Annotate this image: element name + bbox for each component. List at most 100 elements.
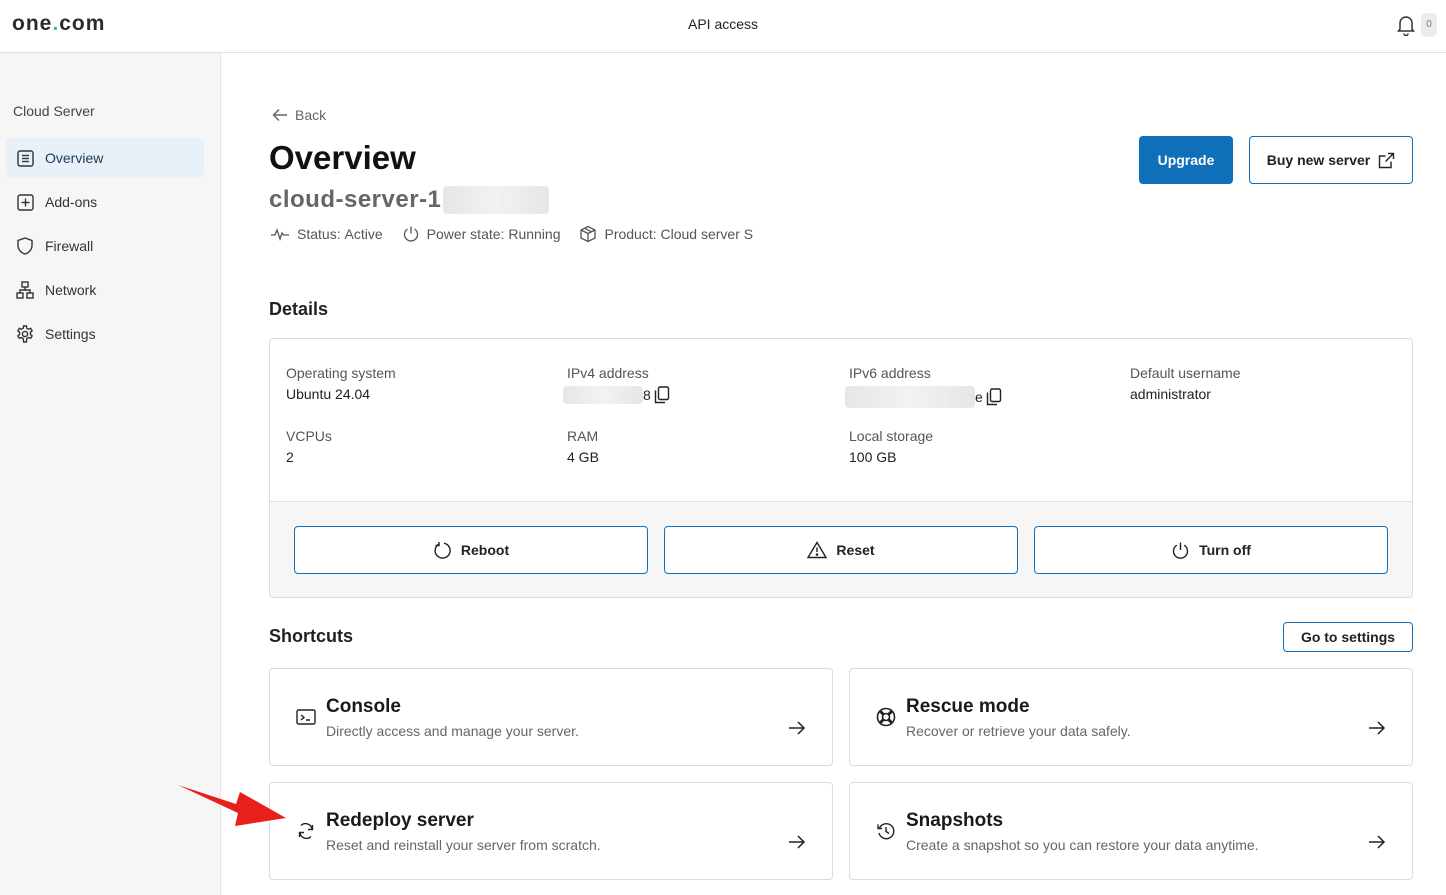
arrow-left-icon — [272, 108, 287, 122]
detail-label: VCPUs — [286, 428, 332, 444]
power-value: Running — [508, 226, 561, 242]
shortcut-title: Snapshots — [906, 810, 1004, 831]
product-value: Cloud server S — [660, 226, 754, 242]
lifebuoy-icon — [876, 707, 896, 727]
ipv4-visible-tail: 8 — [643, 387, 651, 403]
shortcut-title: Console — [326, 696, 401, 717]
rotate-icon — [434, 541, 451, 559]
shortcut-redeploy-server[interactable]: Redeploy server Reset and reinstall your… — [269, 782, 833, 880]
shortcut-description: Create a snapshot so you can restore you… — [906, 837, 1259, 853]
status-row: Status: Active Power state: Running Prod… — [270, 225, 772, 243]
sidebar-item-label: Add-ons — [45, 194, 98, 210]
external-link-icon — [1379, 152, 1395, 168]
detail-label: Local storage — [849, 428, 934, 444]
reset-button[interactable]: Reset — [664, 526, 1018, 574]
turn-off-button[interactable]: Turn off — [1034, 526, 1388, 574]
detail-ipv4: IPv4 address 8 — [563, 365, 670, 404]
detail-default-username: Default username administrator — [1130, 365, 1241, 402]
power-label: Power state: — [426, 226, 505, 242]
back-link[interactable]: Back — [272, 107, 326, 123]
detail-label: Default username — [1130, 365, 1241, 381]
refresh-icon — [298, 822, 314, 840]
bell-icon[interactable] — [1396, 14, 1416, 36]
main-content: Back Overview cloud-server-1 Status: Act… — [221, 53, 1446, 895]
status-indicator: Status: Active — [270, 226, 383, 242]
detail-operating-system: Operating system Ubuntu 24.04 — [286, 365, 396, 402]
details-card: Operating system Ubuntu 24.04 IPv4 addre… — [269, 338, 1413, 598]
reset-label: Reset — [836, 542, 875, 558]
shortcut-title: Rescue mode — [906, 696, 1030, 717]
status-label: Status: — [297, 226, 341, 242]
sidebar-item-overview[interactable]: Overview — [6, 138, 204, 178]
shortcut-snapshots[interactable]: Snapshots Create a snapshot so you can r… — [849, 782, 1413, 880]
copy-icon[interactable] — [654, 386, 670, 404]
shortcut-console[interactable]: Console Directly access and manage your … — [269, 668, 833, 766]
sidebar-item-label: Firewall — [45, 238, 94, 254]
reboot-button[interactable]: Reboot — [294, 526, 648, 574]
power-icon — [1172, 542, 1189, 559]
sidebar-item-label: Settings — [45, 326, 96, 342]
top-bar: one.com API access 0 — [0, 0, 1446, 53]
shield-icon — [16, 237, 34, 255]
detail-ipv6: IPv6 address e — [845, 365, 1002, 408]
shortcut-description: Directly access and manage your server. — [326, 723, 579, 739]
server-name: cloud-server-1 — [269, 186, 550, 214]
shortcuts-heading: Shortcuts — [269, 626, 354, 646]
annotation-arrow-icon — [178, 785, 286, 826]
activity-icon — [271, 228, 289, 241]
redacted-server-id — [443, 186, 550, 214]
ipv6-visible-tail: e — [975, 389, 983, 405]
page-title: Overview — [269, 139, 416, 176]
shortcut-description: Recover or retrieve your data safely. — [906, 723, 1131, 739]
shortcut-description: Reset and reinstall your server from scr… — [326, 837, 601, 853]
arrow-right-icon — [789, 835, 806, 849]
gear-icon — [16, 325, 34, 343]
arrow-right-icon — [1369, 835, 1386, 849]
detail-ram: RAM 4 GB — [567, 428, 599, 465]
turn-off-label: Turn off — [1199, 542, 1251, 558]
sidebar-title: Cloud Server — [13, 103, 95, 119]
api-access-link[interactable]: API access — [0, 16, 1446, 32]
network-icon — [16, 281, 34, 299]
detail-value: administrator — [1130, 386, 1211, 402]
copy-icon[interactable] — [986, 388, 1002, 406]
buy-new-server-label: Buy new server — [1266, 152, 1371, 168]
details-heading: Details — [269, 299, 329, 319]
sidebar-item-network[interactable]: Network — [6, 270, 204, 310]
terminal-icon — [296, 709, 316, 725]
go-to-settings-button[interactable]: Go to settings — [1283, 622, 1413, 652]
redacted-ipv4 — [563, 386, 643, 404]
detail-label: RAM — [567, 428, 599, 444]
reboot-label: Reboot — [460, 542, 510, 558]
detail-value: 2 — [286, 449, 294, 465]
arrow-right-icon — [789, 721, 806, 735]
sidebar-item-label: Network — [45, 282, 97, 298]
history-icon — [877, 823, 895, 840]
shortcut-rescue-mode[interactable]: Rescue mode Recover or retrieve your dat… — [849, 668, 1413, 766]
detail-value: 4 GB — [567, 449, 599, 465]
sidebar-item-add-ons[interactable]: Add-ons — [6, 182, 204, 222]
shortcut-title: Redeploy server — [326, 810, 474, 831]
detail-label: IPv4 address — [567, 365, 649, 381]
list-icon — [16, 149, 34, 167]
detail-value: e — [845, 386, 1002, 408]
detail-label: IPv6 address — [849, 365, 931, 381]
upgrade-button[interactable]: Upgrade — [1139, 136, 1233, 184]
notification-count: 0 — [1421, 13, 1437, 37]
detail-vcpus: VCPUs 2 — [286, 428, 332, 465]
power-icon — [403, 226, 418, 242]
sidebar-item-label: Overview — [45, 150, 104, 166]
box-icon — [580, 225, 597, 243]
back-label: Back — [295, 107, 327, 123]
server-name-text: cloud-server-1 — [269, 186, 442, 213]
detail-value: 8 — [563, 386, 670, 404]
detail-value: 100 GB — [849, 449, 897, 465]
buy-new-server-button[interactable]: Buy new server — [1249, 136, 1413, 184]
product-indicator: Product: Cloud server S — [579, 225, 753, 243]
arrow-right-icon — [1369, 721, 1386, 735]
sidebar-item-settings[interactable]: Settings — [6, 314, 204, 354]
detail-label: Operating system — [286, 365, 396, 381]
detail-value: Ubuntu 24.04 — [286, 386, 371, 402]
server-actions: Reboot Reset Turn off — [270, 501, 1412, 597]
sidebar-item-firewall[interactable]: Firewall — [6, 226, 204, 266]
